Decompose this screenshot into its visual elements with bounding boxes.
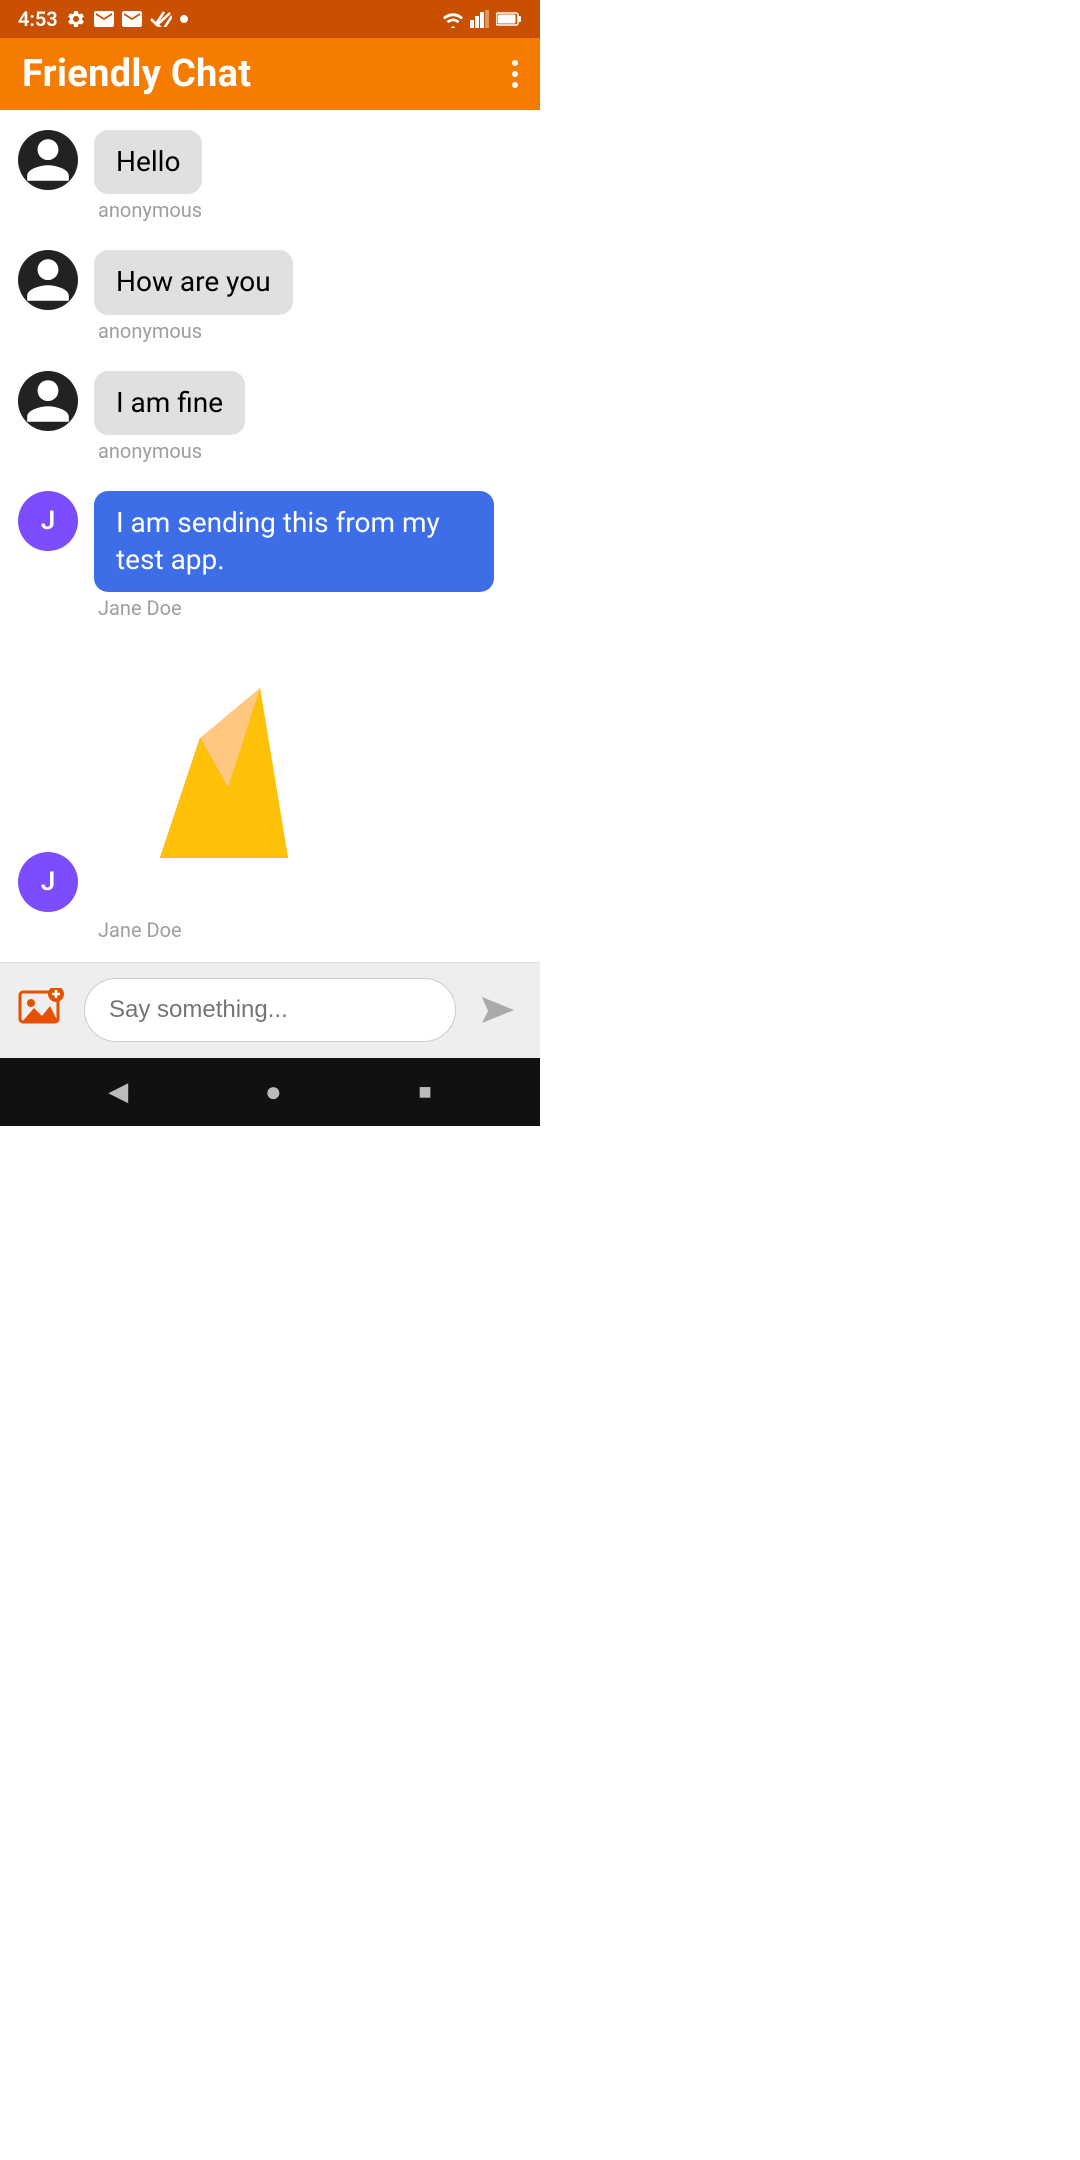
avatar-initial: J [41, 867, 56, 897]
message-bubble-col: Hello anonymous [94, 130, 202, 222]
home-button[interactable]: ● [265, 1075, 282, 1108]
back-button[interactable]: ◀ [108, 1077, 128, 1107]
signal-icon [470, 10, 490, 28]
settings-icon [66, 9, 86, 29]
add-image-icon [18, 988, 66, 1032]
add-image-button[interactable] [14, 982, 70, 1038]
status-bar-right [442, 10, 522, 28]
gmail-icon-1 [94, 11, 114, 27]
sender-name: anonymous [94, 198, 202, 222]
checkmark-icon [150, 11, 172, 27]
dot-3 [512, 82, 518, 88]
app-title: Friendly Chat [22, 52, 251, 96]
status-time: 4:53 [18, 7, 58, 31]
image-bubble-col: Jane Doe [94, 648, 354, 942]
message-row: J I am sending this from my test app. Ja… [18, 491, 522, 620]
dot-2 [512, 71, 518, 77]
send-icon [480, 995, 516, 1025]
message-row: I am fine anonymous [18, 371, 522, 463]
anon-avatar-icon [22, 134, 74, 186]
status-bar: 4:53 [0, 0, 540, 38]
message-input[interactable] [84, 978, 456, 1042]
avatar-initial: J [41, 506, 56, 536]
nav-bar: ◀ ● ■ [0, 1058, 540, 1126]
message-bubble-col: I am fine anonymous [94, 371, 245, 463]
chat-area: Hello anonymous How are you anonymous I … [0, 110, 540, 962]
more-options-button[interactable] [512, 60, 518, 88]
message-bubble: How are you [94, 250, 293, 314]
message-row: Hello anonymous [18, 130, 522, 222]
recents-button[interactable]: ■ [418, 1079, 431, 1105]
status-bar-left: 4:53 [18, 7, 188, 31]
app-bar: Friendly Chat [0, 38, 540, 110]
avatar [18, 130, 78, 190]
message-row: How are you anonymous [18, 250, 522, 342]
wifi-icon [442, 10, 464, 28]
anon-avatar-icon [22, 254, 74, 306]
bottom-input-bar [0, 962, 540, 1058]
avatar: J [18, 852, 78, 912]
sender-name: Jane Doe [94, 918, 354, 942]
message-bubble: Hello [94, 130, 202, 194]
message-bubble: I am fine [94, 371, 245, 435]
message-bubble-col: How are you anonymous [94, 250, 293, 342]
sender-name: anonymous [94, 439, 245, 463]
avatar: J [18, 491, 78, 551]
sender-name: Jane Doe [94, 596, 494, 620]
battery-icon [496, 11, 522, 27]
anon-avatar-icon [22, 375, 74, 427]
send-button[interactable] [470, 982, 526, 1038]
avatar [18, 371, 78, 431]
message-bubble-col: I am sending this from my test app. Jane… [94, 491, 494, 620]
message-bubble: I am sending this from my test app. [94, 491, 494, 592]
firebase-logo [94, 648, 354, 908]
dot-1 [512, 60, 518, 66]
avatar [18, 250, 78, 310]
sender-name: anonymous [94, 319, 293, 343]
notification-dot [180, 15, 188, 23]
gmail-icon-2 [122, 11, 142, 27]
image-message-row: J Jane Doe [18, 648, 522, 942]
